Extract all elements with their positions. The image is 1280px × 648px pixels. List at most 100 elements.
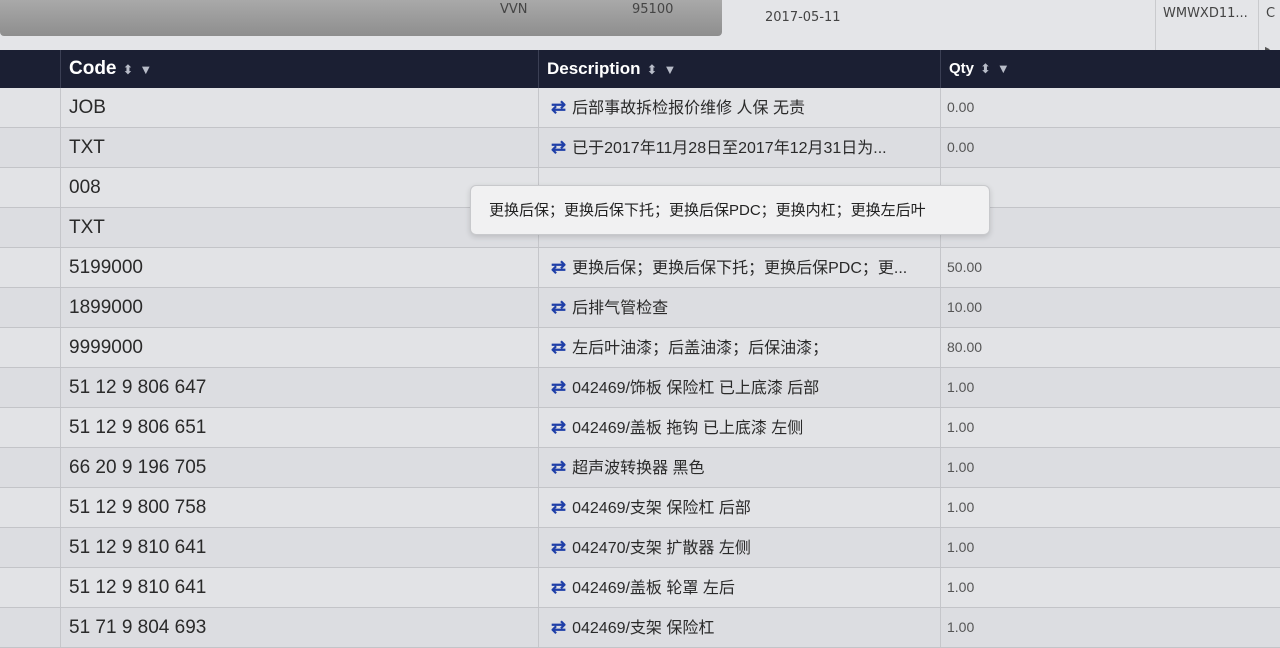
- cell-description: ⇄ 后排气管检查: [538, 288, 940, 327]
- cell-qty: 1.00: [940, 568, 1280, 607]
- swap-arrows-icon[interactable]: ⇄: [551, 417, 566, 437]
- description-text: 左后叶油漆；后盖油漆；后保油漆；: [572, 340, 829, 357]
- cell-qty: 80.00: [940, 328, 1280, 367]
- table-row[interactable]: 51 12 9 800 758 ⇄ 042469/支架 保险杠 后部 1.00: [0, 488, 1280, 528]
- table-row[interactable]: 51 71 9 804 693 ⇄ 042469/支架 保险杠 1.00: [0, 608, 1280, 648]
- description-text: 后部事故拆检报价维修 人保 无责: [572, 100, 805, 117]
- cell-qty: 1.00: [940, 488, 1280, 527]
- swap-arrows-icon[interactable]: ⇄: [551, 617, 566, 637]
- cell-qty: 1.00: [940, 368, 1280, 407]
- filter-icon[interactable]: ▼: [663, 62, 676, 77]
- grid-body: JOB ⇄ 后部事故拆检报价维修 人保 无责 0.00 TXT ⇄ 已于2017年11月28…: [0, 88, 1280, 648]
- table-row[interactable]: 51 12 9 806 647 ⇄ 042469/饰板 保险杠 已上底漆 后部 1.0…: [0, 368, 1280, 408]
- cell-description: ⇄ 已于2017年11月28日至2017年12月31日为...: [538, 128, 940, 167]
- description-text: 已于2017年11月28日至2017年12月31日为...: [572, 140, 887, 157]
- cell-code: TXT: [60, 208, 538, 247]
- cell-qty: 1.00: [940, 448, 1280, 487]
- cell-description: ⇄ 超声波转换器 黑色: [538, 448, 940, 487]
- description-text: 042469/支架 保险杠 后部: [572, 500, 751, 517]
- swap-arrows-icon[interactable]: ⇄: [551, 337, 566, 357]
- cell-qty: 1.00: [940, 608, 1280, 647]
- cell-description: ⇄ 042469/盖板 轮罩 左后: [538, 568, 940, 607]
- table-row[interactable]: 66 20 9 196 705 ⇄ 超声波转换器 黑色 1.00: [0, 448, 1280, 488]
- swap-arrows-icon[interactable]: ⇄: [551, 537, 566, 557]
- swap-arrows-icon[interactable]: ⇄: [551, 137, 566, 157]
- previous-grid-strip: VVN 95100 2017-05-11 WMWXD11... C ▸: [0, 0, 1280, 55]
- cell-code: 1899000: [60, 288, 538, 327]
- top-cell: 2017-05-11: [765, 10, 841, 25]
- column-divider: [1258, 0, 1259, 50]
- cell-description: ⇄ 更换后保；更换后保下托；更换后保PDC；更...: [538, 248, 940, 287]
- line-items-grid: Code ⬍ ▼ Description ⬍ ▼ Qty ⬍ ▼ JOB ⇄ 后部事故拆检报价维…: [0, 50, 1280, 648]
- cell-qty: 10.00: [940, 288, 1280, 327]
- cell-qty: 0.00: [940, 128, 1280, 167]
- cell-description: ⇄ 042469/支架 保险杠: [538, 608, 940, 647]
- cell-code: 008: [60, 168, 538, 207]
- grid-header: Code ⬍ ▼ Description ⬍ ▼ Qty ⬍ ▼: [0, 50, 1280, 88]
- cell-qty: 1.00: [940, 528, 1280, 567]
- column-header-code[interactable]: Code ⬍ ▼: [60, 50, 538, 88]
- swap-arrows-icon[interactable]: ⇄: [551, 377, 566, 397]
- cell-code: TXT: [60, 128, 538, 167]
- table-row[interactable]: 1899000 ⇄ 后排气管检查 10.00: [0, 288, 1280, 328]
- filter-icon[interactable]: ▼: [139, 62, 152, 77]
- sort-icon[interactable]: ⬍: [647, 62, 658, 77]
- column-divider: [1155, 0, 1156, 50]
- swap-arrows-icon[interactable]: ⇄: [551, 97, 566, 117]
- top-cell: WMWXD11...: [1163, 6, 1248, 21]
- horizontal-scrollbar[interactable]: [0, 0, 722, 36]
- table-row[interactable]: 51 12 9 810 641 ⇄ 042469/盖板 轮罩 左后 1.00: [0, 568, 1280, 608]
- column-header-label: Code: [69, 58, 117, 79]
- column-header-label: Description: [547, 59, 641, 78]
- swap-arrows-icon[interactable]: ⇄: [551, 457, 566, 477]
- table-row[interactable]: TXT ⇄ 已于2017年11月28日至2017年12月31日为... 0.00: [0, 128, 1280, 168]
- description-text: 042469/盖板 轮罩 左后: [572, 580, 735, 597]
- top-cell: 95100: [632, 2, 674, 17]
- sort-icon[interactable]: ⬍: [980, 61, 991, 76]
- cell-description: ⇄ 后部事故拆检报价维修 人保 无责: [538, 88, 940, 127]
- description-tooltip: 更换后保；更换后保下托；更换后保PDC；更换内杠；更换左后叶: [470, 185, 990, 235]
- table-row[interactable]: 5199000 ⇄ 更换后保；更换后保下托；更换后保PDC；更... 50.00: [0, 248, 1280, 288]
- table-row[interactable]: JOB ⇄ 后部事故拆检报价维修 人保 无责 0.00: [0, 88, 1280, 128]
- cell-description: ⇄ 042469/支架 保险杠 后部: [538, 488, 940, 527]
- cell-qty: [940, 168, 1280, 207]
- column-header-description[interactable]: Description ⬍ ▼: [538, 50, 940, 88]
- cell-description: ⇄ 042470/支架 扩散器 左侧: [538, 528, 940, 567]
- swap-arrows-icon[interactable]: ⇄: [551, 257, 566, 277]
- filter-icon[interactable]: ▼: [997, 61, 1010, 76]
- column-header-label: Qty: [949, 60, 975, 77]
- description-text: 042469/饰板 保险杠 已上底漆 后部: [572, 380, 820, 397]
- cell-description: ⇄ 042469/盖板 拖钩 已上底漆 左侧: [538, 408, 940, 447]
- cell-description: ⇄ 042469/饰板 保险杠 已上底漆 后部: [538, 368, 940, 407]
- table-row[interactable]: 51 12 9 810 641 ⇄ 042470/支架 扩散器 左侧 1.00: [0, 528, 1280, 568]
- table-row[interactable]: 9999000 ⇄ 左后叶油漆；后盖油漆；后保油漆； 80.00: [0, 328, 1280, 368]
- cell-qty: 1.00: [940, 408, 1280, 447]
- description-text: 042469/盖板 拖钩 已上底漆 左侧: [572, 420, 804, 437]
- cell-qty: 50.00: [940, 248, 1280, 287]
- cell-qty: 0.00: [940, 88, 1280, 127]
- table-row[interactable]: 51 12 9 806 651 ⇄ 042469/盖板 拖钩 已上底漆 左侧 1.00: [0, 408, 1280, 448]
- description-text: 042469/支架 保险杠: [572, 620, 715, 637]
- cell-code: 51 12 9 810 641: [60, 528, 538, 567]
- cell-code: 51 71 9 804 693: [60, 608, 538, 647]
- cell-qty: [940, 208, 1280, 247]
- swap-arrows-icon[interactable]: ⇄: [551, 577, 566, 597]
- cell-code: 51 12 9 800 758: [60, 488, 538, 527]
- cell-code: JOB: [60, 88, 538, 127]
- cell-code: 51 12 9 806 651: [60, 408, 538, 447]
- cell-description: ⇄ 左后叶油漆；后盖油漆；后保油漆；: [538, 328, 940, 367]
- cell-code: 51 12 9 806 647: [60, 368, 538, 407]
- swap-arrows-icon[interactable]: ⇄: [551, 497, 566, 517]
- description-text: 更换后保；更换后保下托；更换后保PDC；更...: [572, 260, 908, 277]
- sort-icon[interactable]: ⬍: [123, 62, 134, 77]
- cell-code: 51 12 9 810 641: [60, 568, 538, 607]
- top-cell: VVN: [500, 2, 528, 17]
- cell-code: 66 20 9 196 705: [60, 448, 538, 487]
- description-text: 超声波转换器 黑色: [572, 460, 705, 477]
- column-header-qty[interactable]: Qty ⬍ ▼: [940, 50, 1280, 88]
- cell-code: 5199000: [60, 248, 538, 287]
- swap-arrows-icon[interactable]: ⇄: [551, 297, 566, 317]
- top-cell-marker: C: [1266, 6, 1276, 21]
- description-text: 后排气管检查: [572, 300, 669, 317]
- cell-code: 9999000: [60, 328, 538, 367]
